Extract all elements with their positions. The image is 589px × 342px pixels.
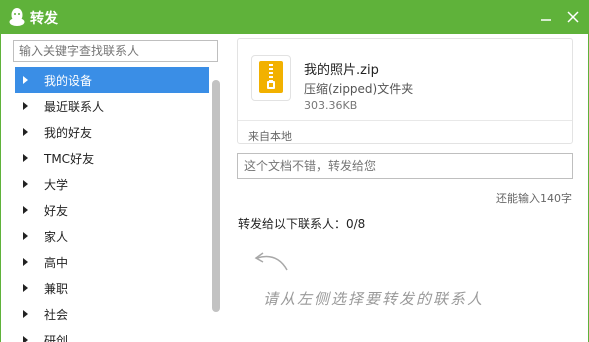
char-limit-counter: 还能输入140字 xyxy=(496,192,572,205)
expand-arrow-icon[interactable] xyxy=(23,310,28,318)
expand-arrow-icon[interactable] xyxy=(23,102,28,110)
curved-arrow-icon xyxy=(254,252,288,271)
expand-arrow-icon[interactable] xyxy=(23,76,28,84)
forward-dialog: 我的设备 最近联系人 我的好友 TMC好友 大学 好友 家人 高中 兼职 社会 … xyxy=(0,34,589,342)
contact-search-input[interactable] xyxy=(13,40,218,62)
qq-penguin-icon xyxy=(9,8,25,26)
minimize-icon xyxy=(541,19,551,21)
expand-arrow-icon[interactable] xyxy=(23,284,28,292)
expand-arrow-icon[interactable] xyxy=(23,154,28,162)
file-size: 303.36KB xyxy=(304,99,358,112)
recipients-count-label: 转发给以下联系人：0/8 xyxy=(238,217,366,231)
contact-group-label: 高中 xyxy=(44,255,69,270)
contact-group-label: 好友 xyxy=(44,203,69,218)
contact-group-label: 社会 xyxy=(44,307,69,322)
expand-arrow-icon[interactable] xyxy=(23,180,28,188)
contact-group-item[interactable]: 兼职 xyxy=(15,275,209,301)
close-icon xyxy=(567,11,579,23)
contact-group-item[interactable]: 社会 xyxy=(15,301,209,327)
contact-group-item[interactable]: 研创 xyxy=(15,327,209,342)
contact-group-item[interactable]: 我的设备 xyxy=(15,67,209,93)
expand-arrow-icon[interactable] xyxy=(23,258,28,266)
contact-group-item[interactable]: TMC好友 xyxy=(15,145,209,171)
contact-group-label: 我的设备 xyxy=(44,73,93,88)
window-title: 转发 xyxy=(30,11,58,27)
forward-message-input[interactable] xyxy=(237,153,573,179)
contact-group-item[interactable]: 大学 xyxy=(15,171,209,197)
contact-group-item[interactable]: 家人 xyxy=(15,223,209,249)
contact-group-label: 我的好友 xyxy=(44,125,93,140)
close-button[interactable] xyxy=(562,6,584,28)
title-bar: 转发 xyxy=(0,0,589,34)
file-card: 我的照片.zip 压缩(zipped)文件夹 303.36KB 来自本地 xyxy=(237,38,573,144)
contact-group-label: 最近联系人 xyxy=(44,99,105,114)
contact-group-label: TMC好友 xyxy=(44,151,95,166)
contact-group-item[interactable]: 高中 xyxy=(15,249,209,275)
contact-group-item[interactable]: 好友 xyxy=(15,197,209,223)
file-source: 来自本地 xyxy=(248,130,292,143)
file-type: 压缩(zipped)文件夹 xyxy=(304,82,414,96)
zip-folder-icon xyxy=(251,55,291,101)
contact-group-label: 家人 xyxy=(44,229,69,244)
expand-arrow-icon[interactable] xyxy=(23,336,28,342)
select-contacts-hint: 请从左侧选择要转发的联系人 xyxy=(263,290,485,308)
contact-group-label: 研创 xyxy=(44,333,69,342)
expand-arrow-icon[interactable] xyxy=(23,232,28,240)
minimize-button[interactable] xyxy=(535,6,557,28)
contact-list-scrollbar[interactable] xyxy=(212,80,220,312)
contact-group-label: 大学 xyxy=(44,177,69,192)
file-name: 我的照片.zip xyxy=(304,63,379,78)
contact-group-label: 兼职 xyxy=(44,281,69,296)
file-card-divider xyxy=(238,120,572,121)
expand-arrow-icon[interactable] xyxy=(23,128,28,136)
contact-group-item[interactable]: 最近联系人 xyxy=(15,93,209,119)
contact-group-list: 我的设备 最近联系人 我的好友 TMC好友 大学 好友 家人 高中 兼职 社会 … xyxy=(15,67,209,342)
contact-group-item[interactable]: 我的好友 xyxy=(15,119,209,145)
expand-arrow-icon[interactable] xyxy=(23,206,28,214)
